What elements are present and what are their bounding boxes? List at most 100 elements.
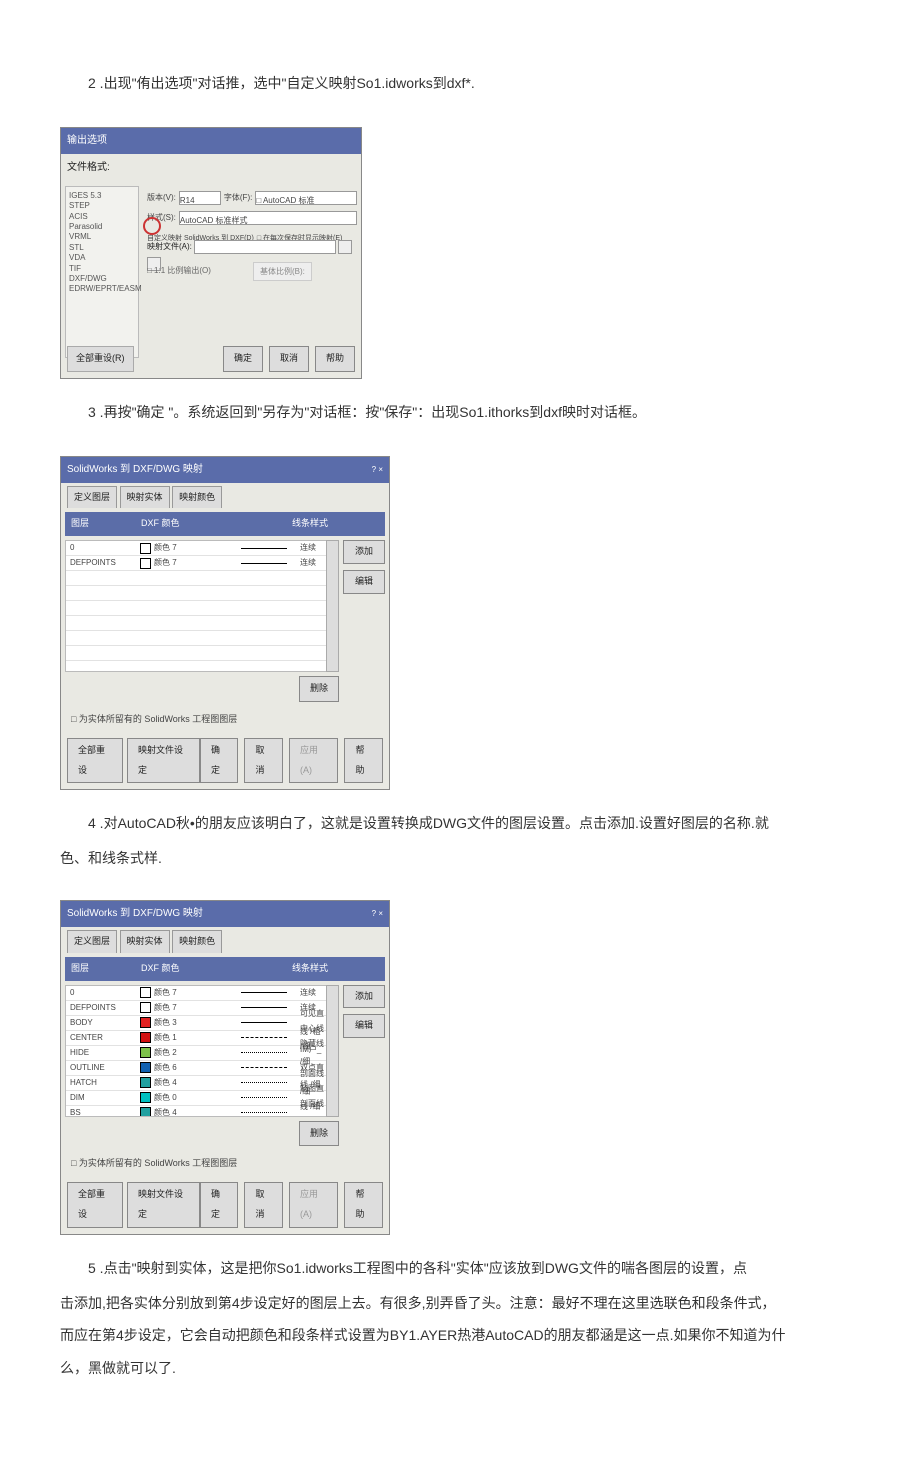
map-file-settings-button[interactable]: 映射文件设定 [127,738,200,784]
line-preview [234,563,294,564]
color-swatch [140,543,151,554]
color-swatch [140,1017,151,1028]
table-row-empty [66,646,326,661]
reset-all-button[interactable]: 全部重设 [67,738,123,784]
line-preview [234,1067,294,1068]
dialog-title: SolidWorks 到 DXF/DWG 映射 [67,459,203,481]
line-preview [234,548,294,549]
font-label: 字体(F): [224,189,252,207]
line-preview [234,1022,294,1023]
apply-button[interactable]: 应用(A) [289,738,339,784]
tab-map-color[interactable]: 映射颜色 [172,930,222,953]
layer-table[interactable]: 0颜色 7连续DEFPOINTS颜色 7连续 [65,540,327,672]
export-options-dialog: 输出选项 文件格式: IGES 5.3 STEP ACIS Parasolid … [60,127,362,379]
ok-button[interactable]: 确定 [200,1182,239,1228]
add-button[interactable]: 添加 [343,985,385,1009]
step-4-text-b: 色、和线条式样. [60,843,860,874]
dialog-title: 输出选项 [61,128,361,154]
file-format-label: 文件格式: [61,154,361,182]
color-swatch [140,558,151,569]
layer-table[interactable]: 0颜色 7连续DEFPOINTS颜色 7连续BODY颜色 3可见直线 /粗CEN… [65,985,327,1117]
step-5-text-d: 么，黑做就可以了. [60,1353,860,1384]
step-5-text-a: 5 .点击"映射到实体，这是把你So1.idworks工程图中的各科"实体"应该… [60,1253,860,1284]
mapping-dialog-initial: SolidWorks 到 DXF/DWG 映射 ? × 定义图层 映射实体 映射… [60,456,390,791]
map-file-label: 映射文件(A): [147,242,192,251]
line-preview [234,1082,294,1083]
table-row-empty [66,601,326,616]
table-row[interactable]: DEFPOINTS颜色 7连续 [66,556,326,571]
window-controls[interactable]: ? × [372,461,383,479]
cancel-button[interactable]: 取消 [244,1182,283,1228]
line-preview [234,992,294,993]
format-item[interactable]: VRML [69,232,135,242]
line-preview [234,1007,294,1008]
keep-layers-check[interactable]: □ 为实体所留有的 SolidWorks 工程图图层 [61,706,389,734]
color-swatch [140,1077,151,1088]
scale-checkbox[interactable]: □ 1:1 比例输出(O) [147,262,211,280]
layer-name: BS [66,1104,140,1117]
apply-button[interactable]: 应用(A) [289,1182,339,1228]
cancel-button[interactable]: 取消 [269,346,309,372]
window-controls[interactable]: ? × [372,905,383,923]
col-linestyle: 线条样式 [241,959,379,979]
font-select[interactable]: □ AutoCAD 标准 [255,191,357,205]
version-label: 版本(V): [147,189,176,207]
base-scale-label: 基体比例(B): [253,262,312,282]
map-file-field[interactable] [194,240,336,254]
step-5-text-b: 击添加,把各实体分别放到第4步设定好的图层上去。有很多,别弄昏了头。注意：最好不… [60,1288,860,1319]
layer-color: 颜色 4 [140,1104,234,1117]
tab-map-entity[interactable]: 映射实体 [120,486,170,509]
format-item[interactable]: ACIS [69,212,135,222]
color-swatch [140,987,151,998]
layer-name: DEFPOINTS [66,554,140,572]
tab-define-layer[interactable]: 定义图层 [67,486,117,509]
col-linestyle: 线条样式 [241,514,379,534]
format-item[interactable]: IGES 5.3 [69,191,135,201]
cancel-button[interactable]: 取消 [244,738,283,784]
style-select[interactable]: AutoCAD 标准样式 [179,211,357,225]
col-color: DXF 颜色 [141,514,241,534]
version-select[interactable]: R14 [179,191,221,205]
color-swatch [140,1047,151,1058]
help-button[interactable]: 帮助 [315,346,355,372]
table-scrollbar[interactable] [326,985,339,1117]
reset-all-button[interactable]: 全部重设(R) [67,346,134,372]
line-preview [234,1037,294,1038]
format-item[interactable]: STL [69,243,135,253]
add-button[interactable]: 添加 [343,540,385,564]
ok-button[interactable]: 确定 [223,346,263,372]
step-5-text-c: 而应在第4步设定，它会自动把颜色和段条样式设置为BY1.AYER热港AutoCA… [60,1320,860,1351]
line-style-name: 连续 [294,554,326,572]
tab-map-color[interactable]: 映射颜色 [172,486,222,509]
format-item[interactable]: DXF/DWG [69,274,135,284]
line-preview [234,1112,294,1113]
format-item[interactable]: TIF [69,264,135,274]
table-scrollbar[interactable] [326,540,339,672]
tab-map-entity[interactable]: 映射实体 [120,930,170,953]
line-style-name: 剖面线 /细 [294,1095,326,1117]
format-item[interactable]: VDA [69,253,135,263]
help-button[interactable]: 帮助 [344,738,383,784]
tab-define-layer[interactable]: 定义图层 [67,930,117,953]
format-item[interactable]: EDRW/EPRT/EASM [69,284,135,294]
edit-button[interactable]: 编辑 [343,570,385,594]
color-swatch [140,1107,151,1117]
format-list[interactable]: IGES 5.3 STEP ACIS Parasolid VRML STL VD… [65,186,139,358]
ok-button[interactable]: 确定 [200,738,239,784]
highlight-circle-icon [143,217,161,235]
edit-button[interactable]: 编辑 [343,1014,385,1038]
color-swatch [140,1002,151,1013]
format-item[interactable]: Parasolid [69,222,135,232]
map-file-settings-button[interactable]: 映射文件设定 [127,1182,200,1228]
step-2-text: 2 .出现"侑出选项"对话推，选中"自定义映射So1.idworks到dxf*. [60,68,860,99]
table-row[interactable]: BS颜色 4剖面线 /细 [66,1106,326,1117]
help-button[interactable]: 帮助 [344,1182,383,1228]
color-swatch [140,1062,151,1073]
table-row-empty [66,616,326,631]
format-item[interactable]: STEP [69,201,135,211]
reset-all-button[interactable]: 全部重设 [67,1182,123,1228]
delete-button[interactable]: 删除 [299,1121,339,1147]
keep-layers-check[interactable]: □ 为实体所留有的 SolidWorks 工程图图层 [61,1150,389,1178]
delete-button[interactable]: 删除 [299,676,339,702]
map-file-dropdown[interactable] [338,240,352,254]
